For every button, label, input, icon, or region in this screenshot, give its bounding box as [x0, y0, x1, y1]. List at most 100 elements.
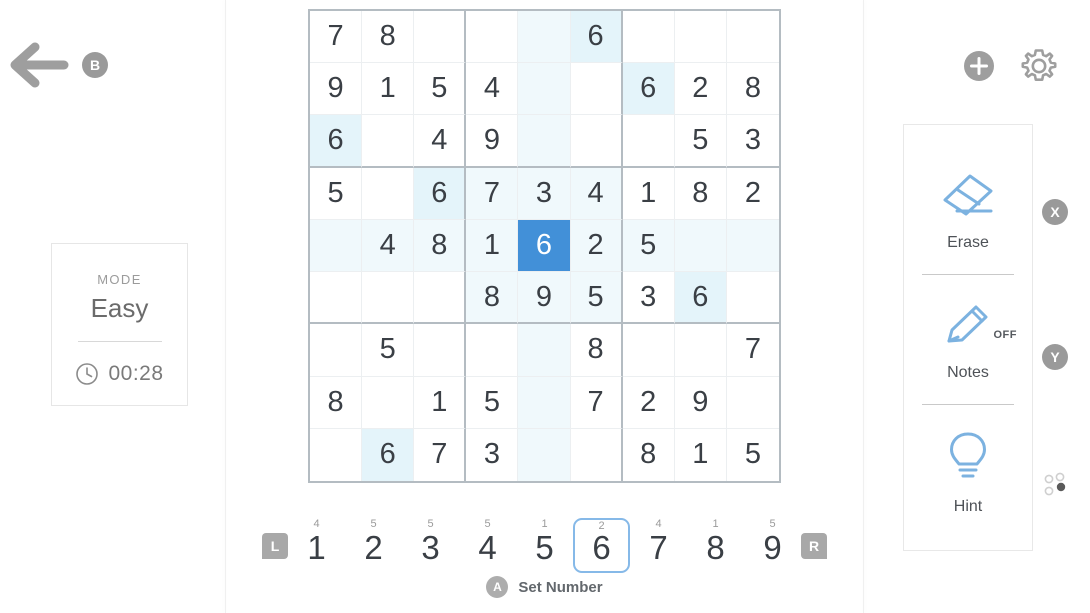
- sudoku-cell-r7c4[interactable]: [466, 324, 519, 377]
- sudoku-cell-r2c3[interactable]: 5: [414, 63, 467, 116]
- number-pad[interactable]: L415253541526471859R: [226, 518, 863, 573]
- sudoku-cell-r4c6[interactable]: 4: [570, 167, 623, 220]
- sudoku-cell-r7c5[interactable]: [518, 324, 571, 377]
- number-key-5[interactable]: 15: [516, 518, 573, 573]
- sudoku-cell-r3c7[interactable]: [622, 115, 675, 168]
- sudoku-cell-r5c9[interactable]: [726, 219, 779, 273]
- sudoku-cell-r1c7[interactable]: [622, 11, 675, 64]
- sudoku-cell-r6c8[interactable]: 6: [674, 272, 727, 325]
- sudoku-cell-r4c4[interactable]: 7: [466, 167, 519, 220]
- sudoku-cell-r2c4[interactable]: 4: [466, 63, 519, 116]
- sudoku-cell-r6c7[interactable]: 3: [622, 272, 675, 325]
- sudoku-cell-r6c4[interactable]: 8: [466, 272, 519, 325]
- sudoku-cell-r1c2[interactable]: 8: [362, 11, 415, 64]
- sudoku-cell-r1c4[interactable]: [466, 11, 519, 64]
- notes-tool[interactable]: OFF Notes: [941, 301, 1017, 382]
- sudoku-cell-r5c2[interactable]: 4: [362, 219, 415, 273]
- sudoku-cell-r5c1[interactable]: [310, 219, 363, 273]
- sudoku-cell-r9c2[interactable]: 6: [362, 428, 415, 481]
- sudoku-board[interactable]: 7869154628649535673418248162589536587815…: [308, 9, 781, 483]
- sudoku-cell-r2c7[interactable]: 6: [622, 63, 675, 116]
- sudoku-cell-r1c6[interactable]: 6: [570, 11, 623, 64]
- sudoku-cell-r9c4[interactable]: 3: [466, 428, 519, 481]
- sudoku-cell-r8c9[interactable]: [726, 376, 779, 429]
- number-key-6[interactable]: 26: [573, 518, 630, 573]
- sudoku-cell-r3c6[interactable]: [570, 115, 623, 168]
- sudoku-cell-r2c8[interactable]: 2: [674, 63, 727, 116]
- sudoku-cell-r9c7[interactable]: 8: [622, 428, 675, 481]
- sudoku-cell-r5c7[interactable]: 5: [622, 219, 675, 273]
- sudoku-cell-r9c5[interactable]: [518, 428, 571, 481]
- sudoku-cell-r9c6[interactable]: [570, 428, 623, 481]
- sudoku-cell-r2c6[interactable]: [570, 63, 623, 116]
- sudoku-cell-r2c5[interactable]: [518, 63, 571, 116]
- sudoku-cell-r1c9[interactable]: [726, 11, 779, 64]
- sudoku-cell-r8c2[interactable]: [362, 376, 415, 429]
- erase-x-button[interactable]: X: [1042, 199, 1068, 225]
- sudoku-cell-r4c5[interactable]: 3: [518, 167, 571, 220]
- sudoku-cell-r7c7[interactable]: [622, 324, 675, 377]
- sudoku-cell-r6c5[interactable]: 9: [518, 272, 571, 325]
- sudoku-cell-r8c5[interactable]: [518, 376, 571, 429]
- sudoku-cell-r7c2[interactable]: 5: [362, 324, 415, 377]
- sudoku-cell-r7c3[interactable]: [414, 324, 467, 377]
- sudoku-cell-r9c9[interactable]: 5: [726, 428, 779, 481]
- left-shoulder-button[interactable]: L: [262, 532, 288, 559]
- sudoku-cell-r6c6[interactable]: 5: [570, 272, 623, 325]
- sudoku-cell-r4c9[interactable]: 2: [726, 167, 779, 220]
- sudoku-cell-r1c1[interactable]: 7: [310, 11, 363, 64]
- sudoku-cell-r2c9[interactable]: 8: [726, 63, 779, 116]
- sudoku-cell-r2c1[interactable]: 9: [310, 63, 363, 116]
- sudoku-cell-r6c9[interactable]: [726, 272, 779, 325]
- sudoku-cell-r7c1[interactable]: [310, 324, 363, 377]
- sudoku-cell-r8c1[interactable]: 8: [310, 376, 363, 429]
- sudoku-cell-r1c3[interactable]: [414, 11, 467, 64]
- sudoku-cell-r4c8[interactable]: 8: [674, 167, 727, 220]
- sudoku-cell-r4c3[interactable]: 6: [414, 167, 467, 220]
- sudoku-cell-r6c1[interactable]: [310, 272, 363, 325]
- sudoku-cell-r7c9[interactable]: 7: [726, 324, 779, 377]
- number-key-3[interactable]: 53: [402, 518, 459, 573]
- sudoku-cell-r8c8[interactable]: 9: [674, 376, 727, 429]
- number-key-2[interactable]: 52: [345, 518, 402, 573]
- sudoku-cell-r2c2[interactable]: 1: [362, 63, 415, 116]
- dpad-icon[interactable]: [1040, 470, 1070, 500]
- plus-circle-icon[interactable]: [962, 49, 996, 83]
- sudoku-cell-r8c3[interactable]: 1: [414, 376, 467, 429]
- sudoku-cell-r3c9[interactable]: 3: [726, 115, 779, 168]
- sudoku-cell-r6c3[interactable]: [414, 272, 467, 325]
- gear-icon[interactable]: [1018, 45, 1060, 87]
- sudoku-cell-r3c1[interactable]: 6: [310, 115, 363, 168]
- sudoku-cell-r5c6[interactable]: 2: [570, 219, 623, 273]
- sudoku-cell-r3c2[interactable]: [362, 115, 415, 168]
- back-button[interactable]: B: [8, 42, 108, 88]
- sudoku-cell-r8c6[interactable]: 7: [570, 376, 623, 429]
- number-key-4[interactable]: 54: [459, 518, 516, 573]
- notes-y-button[interactable]: Y: [1042, 344, 1068, 370]
- sudoku-cell-r3c8[interactable]: 5: [674, 115, 727, 168]
- number-key-8[interactable]: 18: [687, 518, 744, 573]
- sudoku-cell-r8c7[interactable]: 2: [622, 376, 675, 429]
- sudoku-cell-r4c2[interactable]: [362, 167, 415, 220]
- sudoku-cell-r1c5[interactable]: [518, 11, 571, 64]
- sudoku-cell-r4c1[interactable]: 5: [310, 167, 363, 220]
- erase-tool[interactable]: Erase: [937, 169, 999, 252]
- sudoku-cell-r9c3[interactable]: 7: [414, 428, 467, 481]
- sudoku-cell-r5c4[interactable]: 1: [466, 219, 519, 273]
- number-key-1[interactable]: 41: [288, 518, 345, 573]
- sudoku-cell-r5c8[interactable]: [674, 219, 727, 273]
- sudoku-cell-r5c5[interactable]: 6: [518, 219, 571, 273]
- sudoku-cell-r3c3[interactable]: 4: [414, 115, 467, 168]
- sudoku-cell-r5c3[interactable]: 8: [414, 219, 467, 273]
- sudoku-cell-r3c4[interactable]: 9: [466, 115, 519, 168]
- number-key-9[interactable]: 59: [744, 518, 801, 573]
- right-shoulder-button[interactable]: R: [801, 532, 827, 559]
- sudoku-cell-r1c8[interactable]: [674, 11, 727, 64]
- sudoku-cell-r6c2[interactable]: [362, 272, 415, 325]
- sudoku-cell-r8c4[interactable]: 5: [466, 376, 519, 429]
- sudoku-cell-r3c5[interactable]: [518, 115, 571, 168]
- sudoku-cell-r9c8[interactable]: 1: [674, 428, 727, 481]
- sudoku-cell-r7c6[interactable]: 8: [570, 324, 623, 377]
- number-key-7[interactable]: 47: [630, 518, 687, 573]
- sudoku-cell-r9c1[interactable]: [310, 428, 363, 481]
